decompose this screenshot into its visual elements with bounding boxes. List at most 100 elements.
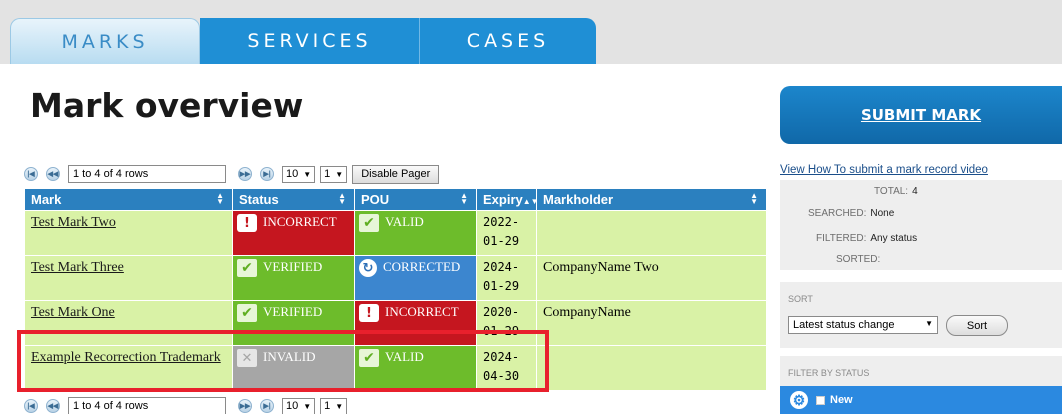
expiry-year: 2020- xyxy=(483,305,520,319)
column-header-mark[interactable]: Mark ▲ ▼ xyxy=(24,188,233,211)
mark-cell: Test Mark Two xyxy=(24,210,233,256)
pager-bottom: |◀ ◀◀ ▶▶ ▶| 10▼ 1▼ xyxy=(24,396,352,414)
sort-icon: ▲▼ xyxy=(338,191,346,206)
stat-value: Any status xyxy=(870,233,918,244)
page-size-select[interactable]: 10 ▼ xyxy=(282,165,316,183)
checkmark-icon: ✔ xyxy=(237,259,257,277)
sort-icon: ▲▼ xyxy=(460,191,468,206)
status-text: INCORRECT xyxy=(263,214,337,229)
column-header-label: Expiry xyxy=(483,192,523,207)
filter-heading: FILTER BY STATUS xyxy=(788,368,870,378)
pager-rows-display[interactable] xyxy=(68,165,226,183)
sort-icon: ▲▼ xyxy=(750,191,758,206)
expiry-date: 01-29 xyxy=(483,234,520,248)
filter-item-new[interactable]: ⚙ New xyxy=(780,386,1062,414)
pager-top: |◀ ◀◀ ▶▶ ▶| 10▼ 1▼ Disable Pager xyxy=(24,164,440,184)
expiry-year: 2022- xyxy=(483,215,520,229)
column-header-markholder[interactable]: Markholder ▲ ▼ xyxy=(536,188,767,211)
sort-button[interactable]: Sort xyxy=(946,315,1008,336)
gear-icon: ⚙ xyxy=(790,391,808,409)
column-header-pou[interactable]: POU ▲ ▼ xyxy=(354,188,477,211)
warning-icon: ! xyxy=(237,214,257,232)
pou-text: INCORRECT xyxy=(385,304,459,319)
checkmark-icon: ✔ xyxy=(237,304,257,322)
page-number-value: 1 xyxy=(324,400,331,412)
column-header-label: Status xyxy=(239,192,279,207)
page-size-value: 10 xyxy=(286,168,299,180)
stat-total: TOTAL: 4 xyxy=(874,186,918,197)
expiry-date: 01-29 xyxy=(483,279,520,293)
mark-link[interactable]: Test Mark One xyxy=(31,305,115,320)
stat-label: SORTED: xyxy=(836,254,881,265)
page-number-value: 1 xyxy=(324,168,331,180)
chevron-down-icon: ▼ xyxy=(303,169,312,179)
checkmark-icon: ✔ xyxy=(359,214,379,232)
status-text: VERIFIED xyxy=(263,259,323,274)
chevron-down-icon: ▼ xyxy=(335,169,344,179)
column-header-expiry[interactable]: Expiry▲▼ xyxy=(476,188,539,211)
pager-rows-display[interactable] xyxy=(68,397,226,414)
main-tabs: MARKS SERVICES CASES xyxy=(10,18,596,64)
filter-checkbox[interactable] xyxy=(816,395,825,405)
tab-cases[interactable]: CASES xyxy=(420,18,596,64)
sort-heading: SORT xyxy=(788,294,813,304)
stat-searched: SEARCHED: None xyxy=(808,208,894,219)
disable-pager-button[interactable]: Disable Pager xyxy=(352,164,440,184)
tab-services[interactable]: SERVICES xyxy=(200,18,420,64)
last-page-icon[interactable]: ▶| xyxy=(260,167,274,181)
refresh-icon: ↻ xyxy=(359,259,377,277)
page-number-select[interactable]: 1 ▼ xyxy=(320,397,348,414)
markholder-cell: CompanyName Two xyxy=(536,255,767,301)
status-badge: ✔ VERIFIED xyxy=(232,255,355,301)
page-size-select[interactable]: 10 ▼ xyxy=(282,397,316,414)
expiry-cell: 2024- 01-29 xyxy=(476,255,537,301)
filter-item-label: New xyxy=(830,394,853,406)
tab-marks[interactable]: MARKS xyxy=(10,18,200,64)
page-title: Mark overview xyxy=(30,86,304,125)
stat-value: 4 xyxy=(912,186,918,197)
mark-link[interactable]: Test Mark Two xyxy=(31,215,116,230)
markholder-cell xyxy=(536,345,767,391)
pou-text: CORRECTED xyxy=(383,259,461,274)
column-header-label: Markholder xyxy=(543,192,614,207)
stat-sorted: SORTED: xyxy=(836,254,884,265)
first-page-icon[interactable]: |◀ xyxy=(24,399,38,413)
status-badge: ! INCORRECT xyxy=(232,210,355,256)
table-row: Test Mark Two ! INCORRECT ✔ VALID 2022- 01-… xyxy=(24,210,767,256)
sort-icon: ▲▼ xyxy=(216,191,224,206)
submit-mark-button[interactable]: SUBMIT MARK xyxy=(780,86,1062,144)
filter-panel: FILTER BY STATUS ⚙ New xyxy=(780,356,1062,414)
expiry-cell: 2022- 01-29 xyxy=(476,210,537,256)
markholder-cell xyxy=(536,210,767,256)
stat-label: FILTERED: xyxy=(816,233,867,244)
table-header-row: Mark ▲ ▼ Status ▲ ▼ POU ▲ ▼ Expiry▲▼ Markholde… xyxy=(24,188,767,211)
stat-value: None xyxy=(870,208,895,219)
first-page-icon[interactable]: |◀ xyxy=(24,167,38,181)
stat-label: SEARCHED: xyxy=(808,208,867,219)
page-number-select[interactable]: 1 ▼ xyxy=(320,165,348,183)
mark-link[interactable]: Test Mark Three xyxy=(31,260,124,275)
page-size-value: 10 xyxy=(286,400,299,412)
column-header-status[interactable]: Status ▲ ▼ xyxy=(232,188,355,211)
table-row: Test Mark Three ✔ VERIFIED ↻ CORRECTED 202… xyxy=(24,255,767,301)
stat-label: TOTAL: xyxy=(874,186,909,197)
column-header-label: Mark xyxy=(31,192,62,207)
next-page-icon[interactable]: ▶▶ xyxy=(238,167,252,181)
previous-page-icon[interactable]: ◀◀ xyxy=(46,399,60,413)
chevron-down-icon: ▼ xyxy=(335,401,344,411)
warning-icon: ! xyxy=(359,304,379,322)
sort-panel: SORT Latest status change ▼ Sort xyxy=(780,282,1062,348)
previous-page-icon[interactable]: ◀◀ xyxy=(46,167,60,181)
how-to-video-link[interactable]: View How To submit a mark record video xyxy=(780,164,988,176)
last-page-icon[interactable]: ▶| xyxy=(260,399,274,413)
expiry-year: 2024- xyxy=(483,260,520,274)
next-page-icon[interactable]: ▶▶ xyxy=(238,399,252,413)
stats-panel: TOTAL: 4 SEARCHED: None FILTERED: Any statu… xyxy=(780,180,1062,270)
status-text: VERIFIED xyxy=(263,304,323,319)
mark-cell: Test Mark Three xyxy=(24,255,233,301)
chevron-down-icon: ▼ xyxy=(303,401,312,411)
stat-filtered: FILTERED: Any status xyxy=(816,233,917,244)
sort-select[interactable]: Latest status change ▼ xyxy=(788,316,938,334)
markholder-cell: CompanyName xyxy=(536,300,767,346)
column-header-label: POU xyxy=(361,192,390,207)
